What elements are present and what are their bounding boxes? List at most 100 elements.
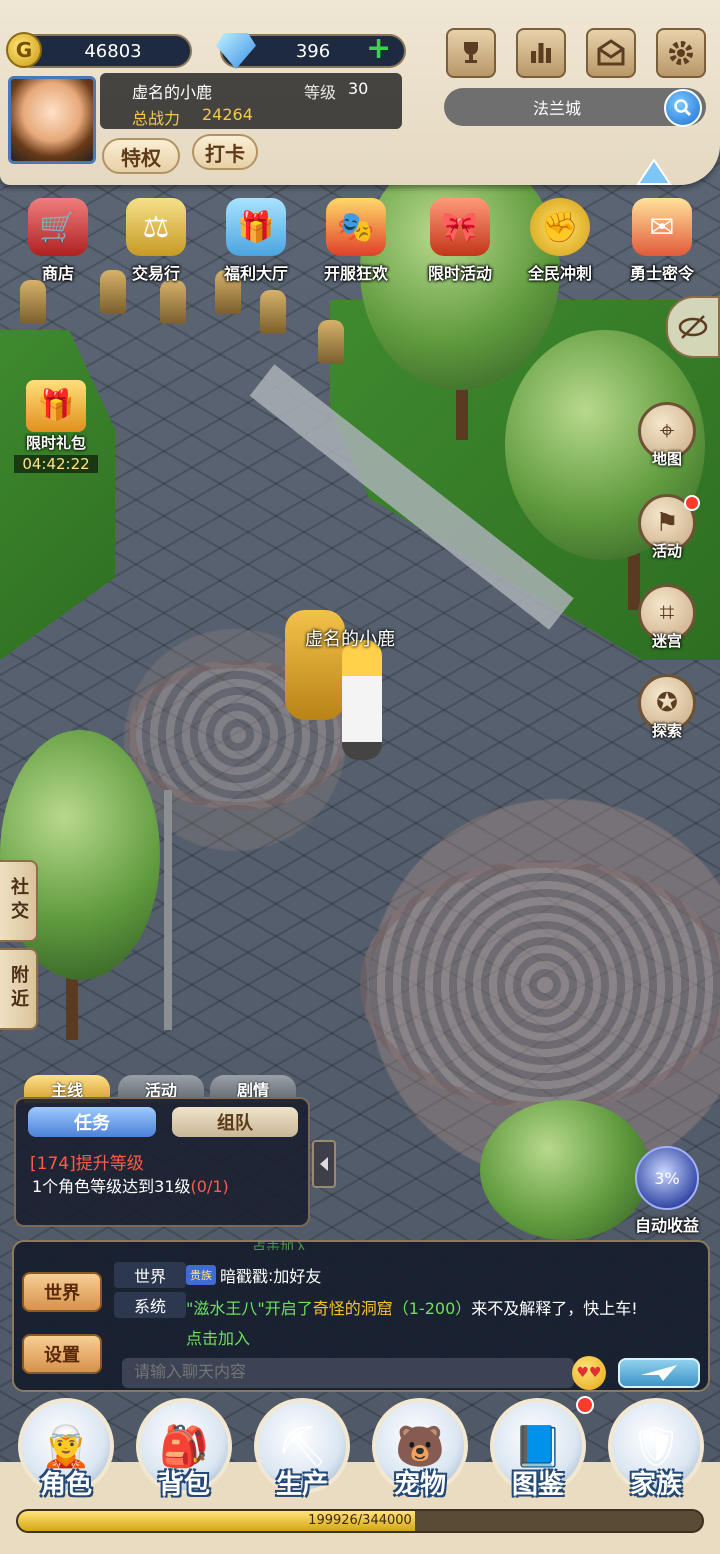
nav-production[interactable]: ⛏ 生产 (252, 1398, 352, 1500)
player-name-tag: 虚名的小鹿 (305, 629, 395, 650)
collapse-quest-button[interactable] (312, 1140, 336, 1188)
emoji-button[interactable]: ♥♥ (572, 1356, 606, 1390)
activity-label: 全民冲刺 (527, 264, 592, 283)
level-value: 30 (348, 79, 369, 98)
chat-join-link[interactable]: 点击加入 (186, 1324, 702, 1354)
chat-partial-line: 点击加入 (252, 1241, 308, 1250)
gift-timer: 04:42:22 (14, 455, 98, 473)
notification-dot (684, 495, 700, 511)
nav-character[interactable]: 🧝 角色 (16, 1398, 116, 1500)
chat-system-text-end: 来不及解释了，快上车! (471, 1299, 638, 1318)
settings-button[interactable] (656, 28, 706, 78)
npc[interactable] (318, 320, 344, 364)
activity-label: 限时活动 (427, 264, 492, 283)
carnival-mask-icon: 🎭 (326, 198, 386, 256)
npc[interactable] (260, 290, 286, 334)
right-menu-label: 地图 (651, 450, 682, 468)
gift-box-icon: 🎁 (226, 198, 286, 256)
chat-message: "滋水王八"开启了奇怪的洞窟（1-200）来不及解释了，快上车! 点击加入 (186, 1294, 702, 1354)
npc[interactable] (160, 280, 186, 324)
fist-icon: ✊ (530, 198, 590, 256)
street-lamp (164, 790, 172, 1030)
nav-codex[interactable]: 📘 图鉴 (488, 1398, 588, 1500)
chat-panel: 点击加入 世界 设置 世界 贵族 暗戳戳: 加好友 系统 "滋水王八"开启了奇怪的… (12, 1240, 710, 1392)
activity-limited[interactable]: 🎀 限时活动 (418, 198, 502, 286)
level-label: 等级 (304, 83, 337, 102)
mail-button[interactable] (586, 28, 636, 78)
shop-icon: 🛒 (28, 198, 88, 256)
power-label: 总战力 (132, 109, 181, 128)
collapse-arrow-icon[interactable] (634, 154, 674, 190)
eye-off-icon (678, 315, 708, 339)
activity-warrior-order[interactable]: ✉ 勇士密令 (620, 198, 704, 286)
player-character[interactable] (342, 640, 382, 760)
trophy-button[interactable] (446, 28, 496, 78)
location-name: 法兰城 (532, 99, 581, 118)
nav-family[interactable]: 🛡 家族 (606, 1398, 706, 1500)
map-button[interactable]: ⌖ 地图 (636, 402, 698, 469)
nav-label: 家族 (629, 1470, 682, 1500)
player-avatar[interactable] (8, 76, 96, 164)
gift-label: 限时礼包 (25, 434, 86, 452)
chat-system-text: "滋水王八"开启了 (186, 1299, 313, 1318)
crystal-icon: 3% (635, 1146, 699, 1210)
noble-badge: 贵族 (186, 1265, 216, 1285)
scales-icon: ⚖ (126, 198, 186, 256)
right-menu-label: 迷宫 (651, 632, 682, 650)
explore-button[interactable]: ✪ 探索 (636, 674, 698, 741)
activity-sprint[interactable]: ✊ 全民冲刺 (518, 198, 602, 286)
activity-trade[interactable]: ⚖ 交易行 (114, 198, 198, 286)
npc[interactable] (20, 280, 46, 324)
mail-icon (597, 39, 625, 66)
chat-sender[interactable]: 暗戳戳 (220, 1263, 268, 1287)
nearby-tab[interactable]: 附近 (0, 948, 38, 1030)
player-info: 虚名的小鹿 等级 30 总战力 24264 (100, 73, 402, 129)
quest-title[interactable]: [174]提升等级 (30, 1149, 144, 1174)
ranking-button[interactable] (516, 28, 566, 78)
chevron-left-icon (320, 1157, 328, 1171)
nav-pet[interactable]: 🐻 宠物 (370, 1398, 470, 1500)
power-value: 24264 (202, 105, 253, 124)
maze-button[interactable]: ⌗ 迷宫 (636, 584, 698, 651)
chat-input[interactable] (122, 1358, 574, 1388)
checkin-button[interactable]: 打卡 (192, 134, 258, 170)
add-gems-button[interactable]: + (366, 34, 391, 64)
plaza-mosaic-large (360, 860, 720, 1110)
chat-settings-button[interactable]: 设置 (22, 1334, 102, 1374)
world-channel-button[interactable]: 世界 (22, 1272, 102, 1312)
send-button[interactable] (618, 1358, 700, 1388)
search-icon[interactable] (664, 89, 702, 127)
privilege-button[interactable]: 特权 (102, 138, 180, 174)
sealed-letter-icon: ✉ (632, 198, 692, 256)
limited-gift[interactable]: 🎁 限时礼包 04:42:22 (14, 380, 98, 473)
chat-text: 加好友 (273, 1267, 322, 1286)
gold-amount: 46803 (84, 40, 142, 62)
heart-eyes-emoji-icon: ♥♥ (576, 1365, 602, 1381)
nav-label: 背包 (157, 1470, 210, 1500)
nav-label: 生产 (275, 1470, 328, 1500)
social-tab[interactable]: 社交 (0, 860, 38, 942)
auto-income-percent: 3% (654, 1168, 680, 1188)
activity-label: 勇士密令 (629, 264, 694, 283)
chat-dungeon-name[interactable]: 奇怪的洞窟 (313, 1299, 393, 1318)
nav-label: 角色 (39, 1470, 92, 1500)
activity-label: 福利大厅 (223, 264, 288, 283)
nav-backpack[interactable]: 🎒 背包 (134, 1398, 234, 1500)
activity-label: 开服狂欢 (323, 264, 388, 283)
hide-ui-button[interactable] (666, 296, 720, 358)
activity-welfare[interactable]: 🎁 福利大厅 (214, 198, 298, 286)
quest-panel[interactable]: 任务 组队 [174]提升等级 1个角色等级达到31级(0/1) (14, 1097, 310, 1227)
channel-tag-world: 世界 (114, 1262, 186, 1288)
activity-server-carnival[interactable]: 🎭 开服狂欢 (314, 198, 398, 286)
activity-label: 交易行 (131, 264, 180, 283)
player-name: 虚名的小鹿 (132, 83, 213, 102)
task-tab-button[interactable]: 任务 (28, 1107, 156, 1137)
team-tab-button[interactable]: 组队 (172, 1107, 298, 1137)
bar-chart-icon (531, 43, 551, 63)
activity-shop[interactable]: 🛒 商店 (16, 198, 100, 286)
experience-text: 199926/344000 (308, 1513, 412, 1528)
auto-income-button[interactable]: 3% 自动收益 (624, 1146, 710, 1236)
activity-label: 商店 (41, 264, 74, 283)
gear-icon (669, 41, 693, 65)
quest-progress: (0/1) (190, 1177, 229, 1196)
